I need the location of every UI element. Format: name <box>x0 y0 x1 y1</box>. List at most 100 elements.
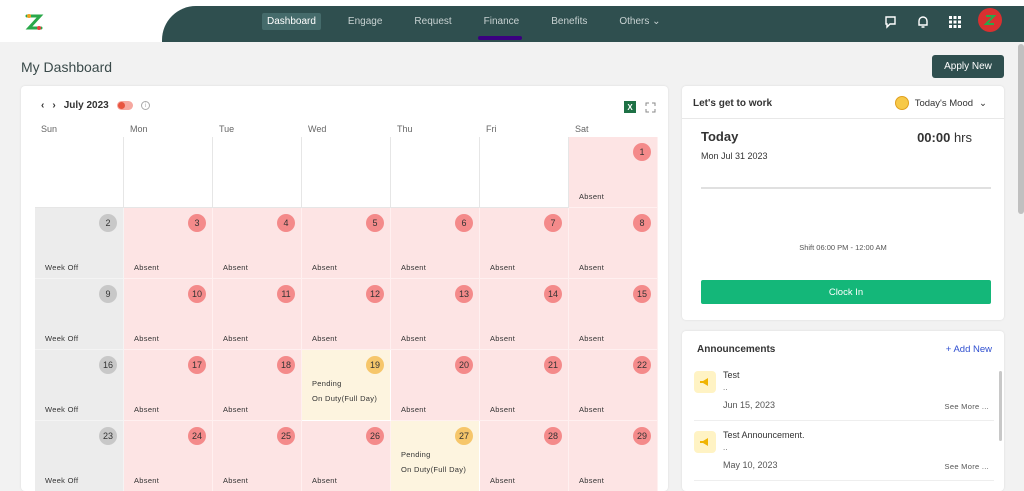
calendar-day-cell[interactable]: 16 Week Off <box>35 350 124 421</box>
day-status: Week Off <box>45 405 79 414</box>
calendar-grid: 1 Absent 2 Week Off 3 Absent 4 Absent 5 Absent 6 Ab… <box>35 137 658 491</box>
calendar-day-cell[interactable]: 17 Absent <box>124 350 213 421</box>
calendar-day-cell[interactable]: 3 Absent <box>124 208 213 279</box>
calendar-day-cell[interactable] <box>480 137 569 208</box>
day-status: Absent <box>312 334 338 343</box>
mood-label: Today's Mood <box>914 97 974 109</box>
prev-month-icon[interactable]: ‹ <box>41 100 44 111</box>
day-number: 10 <box>188 285 206 303</box>
nav-engage[interactable]: Engage <box>343 13 387 30</box>
calendar-day-cell[interactable]: 20 Absent <box>391 350 480 421</box>
nav-request[interactable]: Request <box>409 13 456 30</box>
weekday-label: Mon <box>130 124 148 134</box>
bell-icon[interactable] <box>914 13 932 31</box>
calendar-day-cell[interactable]: 24 Absent <box>124 421 213 491</box>
day-status: Absent <box>490 476 516 485</box>
see-more-link[interactable]: See More ... <box>945 462 989 471</box>
announcement-date: Jun 15, 2023 <box>723 400 776 410</box>
day-number: 21 <box>544 356 562 374</box>
nav-finance[interactable]: Finance <box>479 13 525 30</box>
day-number: 24 <box>188 427 206 445</box>
top-bar: Dashboard Engage Request Finance Benefit… <box>0 0 1024 42</box>
day-status: Absent <box>579 263 605 272</box>
calendar-day-cell[interactable] <box>124 137 213 208</box>
calendar-day-cell[interactable]: 9 Week Off <box>35 279 124 350</box>
calendar-card: ‹ › July 2023 i X Sun Mon Tue Wed Thu Fr… <box>21 86 668 491</box>
weekday-label: Sun <box>41 124 58 134</box>
day-status: Absent <box>223 263 249 272</box>
nav-benefits[interactable]: Benefits <box>546 13 592 30</box>
finance-underline <box>478 36 522 40</box>
see-more-link[interactable]: See More ... <box>945 402 989 411</box>
app-logo[interactable] <box>24 12 44 32</box>
day-status: Absent <box>223 334 249 343</box>
calendar-day-cell[interactable]: 5 Absent <box>302 208 391 279</box>
expand-icon[interactable] <box>645 102 656 113</box>
calendar-day-cell[interactable]: 28 Absent <box>480 421 569 491</box>
calendar-day-cell[interactable] <box>391 137 480 208</box>
calendar-day-cell[interactable]: 15 Absent <box>569 279 658 350</box>
calendar-day-cell[interactable]: 23 Week Off <box>35 421 124 491</box>
user-avatar[interactable] <box>978 8 1002 32</box>
page-scrollbar[interactable] <box>1018 44 1024 214</box>
feedback-icon[interactable] <box>882 13 900 31</box>
announcements-scrollbar[interactable] <box>999 371 1002 441</box>
calendar-day-cell[interactable]: 21 Absent <box>480 350 569 421</box>
calendar-day-cell[interactable]: 12 Absent <box>302 279 391 350</box>
calendar-day-cell[interactable]: 8 Absent <box>569 208 658 279</box>
calendar-day-cell[interactable]: 1 Absent <box>569 137 658 208</box>
day-number: 20 <box>455 356 473 374</box>
calendar-day-cell[interactable] <box>35 137 124 208</box>
calendar-day-cell[interactable]: 2 Week Off <box>35 208 124 279</box>
mood-selector[interactable]: Today's Mood ⌄ <box>894 96 987 110</box>
calendar-day-cell[interactable]: 18 Absent <box>213 350 302 421</box>
megaphone-icon <box>694 431 716 453</box>
next-month-icon[interactable]: › <box>52 100 55 111</box>
calendar-day-cell[interactable]: 25 Absent <box>213 421 302 491</box>
nav-others[interactable]: Others ⌄ <box>614 13 665 30</box>
day-status: Absent <box>490 405 516 414</box>
hours-unit: hrs <box>953 130 972 145</box>
calendar-day-cell[interactable]: 19 Pending On Duty(Full Day) <box>302 350 391 421</box>
announcements-title: Announcements <box>697 344 776 355</box>
day-number: 13 <box>455 285 473 303</box>
apps-grid-icon[interactable] <box>946 13 964 31</box>
day-number: 8 <box>633 214 651 232</box>
day-number: 29 <box>633 427 651 445</box>
add-announcement-button[interactable]: + Add New <box>946 344 992 355</box>
announcement-item[interactable]: Test Announcement. .. May 10, 2023 See M… <box>694 423 994 481</box>
day-number: 27 <box>455 427 473 445</box>
calendar-day-cell[interactable]: 14 Absent <box>480 279 569 350</box>
day-status: Absent <box>134 405 160 414</box>
view-toggle[interactable] <box>116 101 133 110</box>
announcements-card: Announcements + Add New Test .. Jun 15, … <box>682 331 1004 491</box>
calendar-day-cell[interactable] <box>302 137 391 208</box>
apply-new-button[interactable]: Apply New <box>932 55 1004 78</box>
calendar-day-cell[interactable]: 26 Absent <box>302 421 391 491</box>
calendar-day-cell[interactable]: 13 Absent <box>391 279 480 350</box>
day-status: Absent <box>579 476 605 485</box>
day-status: Absent <box>223 476 249 485</box>
calendar-day-cell[interactable] <box>213 137 302 208</box>
weekday-header: Sun Mon Tue Wed Thu Fri Sat <box>35 124 658 134</box>
nav-dashboard[interactable]: Dashboard <box>262 13 321 30</box>
excel-export-icon[interactable]: X <box>624 101 636 113</box>
announcement-item[interactable]: Test .. Jun 15, 2023 See More ... <box>694 363 994 421</box>
today-label: Today <box>701 129 739 144</box>
calendar-day-cell[interactable]: 27 Pending On Duty(Full Day) <box>391 421 480 491</box>
weekday-label: Wed <box>308 124 327 134</box>
hours-value: 00:00 <box>917 130 951 145</box>
progress-line <box>701 187 991 189</box>
calendar-day-cell[interactable]: 4 Absent <box>213 208 302 279</box>
calendar-day-cell[interactable]: 6 Absent <box>391 208 480 279</box>
megaphone-icon <box>694 371 716 393</box>
calendar-day-cell[interactable]: 11 Absent <box>213 279 302 350</box>
clock-in-button[interactable]: Clock In <box>701 280 991 304</box>
calendar-day-cell[interactable]: 22 Absent <box>569 350 658 421</box>
calendar-day-cell[interactable]: 29 Absent <box>569 421 658 491</box>
calendar-day-cell[interactable]: 7 Absent <box>480 208 569 279</box>
day-number: 28 <box>544 427 562 445</box>
calendar-day-cell[interactable]: 10 Absent <box>124 279 213 350</box>
day-status: Absent <box>401 263 427 272</box>
info-icon[interactable]: i <box>140 101 150 110</box>
